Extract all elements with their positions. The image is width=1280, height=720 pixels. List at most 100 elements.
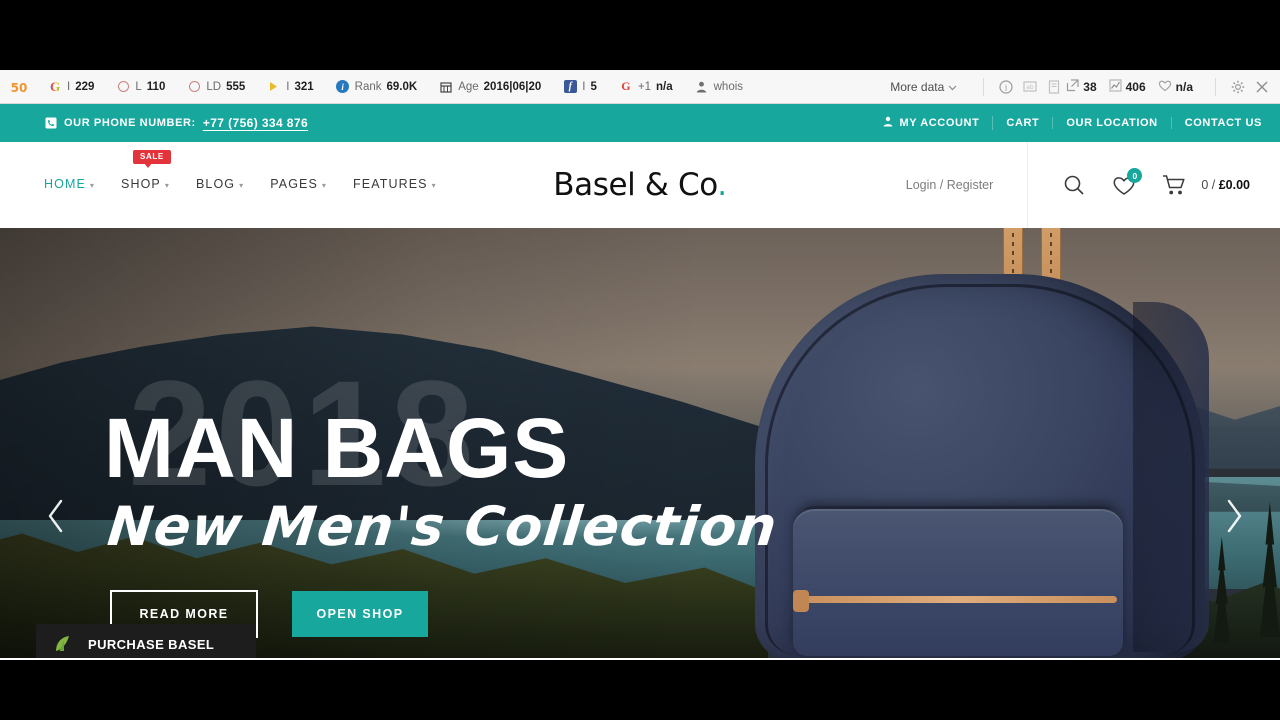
seo-metric-whois[interactable]: whois [695,80,743,94]
seo-logo-icon[interactable]: 50 [8,76,30,98]
nav-item-pages[interactable]: PAGES ▾ [270,177,327,193]
chart-metric[interactable]: 406 [1109,78,1146,95]
metric-label: L [135,80,142,93]
chart-value: 406 [1125,79,1146,94]
cart-summary: 0 / £0.00 [1201,178,1250,192]
external-link-icon [1066,78,1079,95]
cart-count: 0 [1201,178,1209,192]
wishlist-button[interactable]: 0 [1106,167,1143,203]
purchase-label: PURCHASE BASEL [88,637,214,652]
seo-metric-facebook[interactable]: f I 5 [563,80,597,94]
metric-label: LD [206,80,222,93]
seo-metric-rank[interactable]: i Rank 69.0K [336,80,418,94]
more-data-label: More data [890,79,945,94]
seo-toolbar-metrics: 50 G I 229 L 110 LD 555 I 321 i Rank 69.… [0,76,765,98]
facebook-icon: f [563,80,577,94]
screen: 50 G I 229 L 110 LD 555 I 321 i Rank 69.… [0,0,1280,720]
nav-item-blog[interactable]: BLOG ▾ [196,177,244,193]
divider [983,77,985,96]
logo-dot: . [717,167,727,203]
site-logo[interactable]: Basel & Co. [553,167,727,203]
purchase-brand: BASEL [168,636,215,652]
hero-title: MAN BAGS [104,401,570,495]
heart-outline-icon [1158,79,1172,95]
page-icon[interactable] [1042,76,1066,98]
seo-metric-yandex[interactable]: I 321 [267,80,314,94]
metric-label: whois [713,80,744,93]
slider-next-button[interactable] [1214,496,1254,536]
metric-value: 69.0K [386,80,418,93]
seo-toolbar: 50 G I 229 L 110 LD 555 I 321 i Rank 69.… [0,70,1280,104]
nav-label: SHOP [121,177,161,191]
seo-toolbar-actions: More data i ab 38 406 n/a [890,76,1280,98]
metric-value: 2016|06|20 [483,80,542,93]
topbar-link-our-location[interactable]: OUR LOCATION [1053,117,1172,129]
seo-metric-l[interactable]: L 110 [116,80,165,94]
heart-metric[interactable]: n/a [1158,79,1193,95]
topbar-link-label: OUR LOCATION [1066,117,1158,129]
google-plus-icon: G [621,79,631,93]
envato-leaf-icon [52,634,78,654]
open-shop-button[interactable]: OPEN SHOP [292,591,428,637]
nav-item-home[interactable]: HOME ▾ [44,177,95,193]
topbar-link-my-account[interactable]: MY ACCOUNT [870,116,994,130]
phone-block: OUR PHONE NUMBER: +77 (756) 334 876 [44,116,308,130]
screenshot-icon[interactable]: ab [1018,76,1042,98]
nav-item-features[interactable]: FEATURES ▾ [353,177,437,193]
login-register-link[interactable]: Login / Register [906,178,994,192]
heart-value: n/a [1175,79,1193,94]
seo-metric-ld[interactable]: LD 555 [187,80,245,94]
metric-label: I [286,80,290,93]
site-header: HOME ▾ SALE SHOP ▾ BLOG ▾ PAGES ▾ FEATUR… [0,142,1280,228]
metric-label: Rank [354,80,382,93]
nav-item-shop[interactable]: SALE SHOP ▾ [121,150,171,193]
hero-subtitle: New Men's Collection [104,495,781,558]
chevron-down-icon: ▾ [89,180,96,190]
search-icon[interactable] [1056,167,1092,203]
cart-separator: / [1211,178,1216,192]
chart-icon [1109,78,1122,95]
gear-icon[interactable] [1226,76,1250,98]
topbar-link-label: CONTACT US [1184,117,1262,129]
browser-page: 50 G I 229 L 110 LD 555 I 321 i Rank 69.… [0,70,1280,660]
person-icon [695,80,709,94]
svg-text:i: i [1005,83,1008,92]
sale-badge: SALE [133,150,171,168]
topbar-link-cart[interactable]: CART [993,117,1054,129]
phone-number-link[interactable]: +77 (756) 334 876 [203,116,308,130]
svg-text:50: 50 [11,81,28,95]
purchase-theme-strip[interactable]: PURCHASE BASEL [36,624,256,658]
cart-icon [1156,167,1192,203]
nav-label: BLOG [195,177,236,191]
circle-icon [116,80,130,94]
nav-label: FEATURES [353,177,428,191]
topbar-link-contact-us[interactable]: CONTACT US [1172,117,1262,129]
metric-label: Age [458,80,479,93]
seo-metric-age[interactable]: Age 2016|06|20 [439,80,541,94]
info-icon[interactable]: i [994,76,1018,98]
seo-metric-googleplus[interactable]: G +1 n/a [619,79,672,94]
nav-label: HOME [44,177,86,191]
main-navigation: HOME ▾ SALE SHOP ▾ BLOG ▾ PAGES ▾ FEATUR… [44,150,437,193]
cart-button[interactable]: 0 / £0.00 [1156,167,1250,203]
site-topbar: OUR PHONE NUMBER: +77 (756) 334 876 MY A… [0,104,1280,142]
seo-metric-google[interactable]: G I 229 [48,79,95,94]
header-actions: Login / Register 0 0 / £0.00 [906,142,1280,228]
close-icon[interactable] [1250,76,1274,98]
chevron-down-icon: ▾ [321,180,328,190]
hero-content: 2018 MAN BAGS New Men's Collection READ … [0,228,1280,658]
metric-value: 229 [75,80,95,93]
external-link-metric[interactable]: 38 [1066,78,1097,95]
metric-label: I [67,80,71,93]
divider [1027,142,1029,228]
more-data-dropdown[interactable]: More data [890,80,957,94]
letterbox-bottom [0,660,1280,720]
chevron-down-icon: ▾ [164,180,170,190]
svg-text:ab: ab [1027,84,1035,91]
wishlist-count-badge: 0 [1127,168,1143,183]
info-circle-icon: i [336,80,350,94]
phone-icon [44,117,57,130]
metric-value: 5 [590,80,597,93]
phone-label: OUR PHONE NUMBER: [64,117,196,129]
slider-prev-button[interactable] [36,496,76,536]
